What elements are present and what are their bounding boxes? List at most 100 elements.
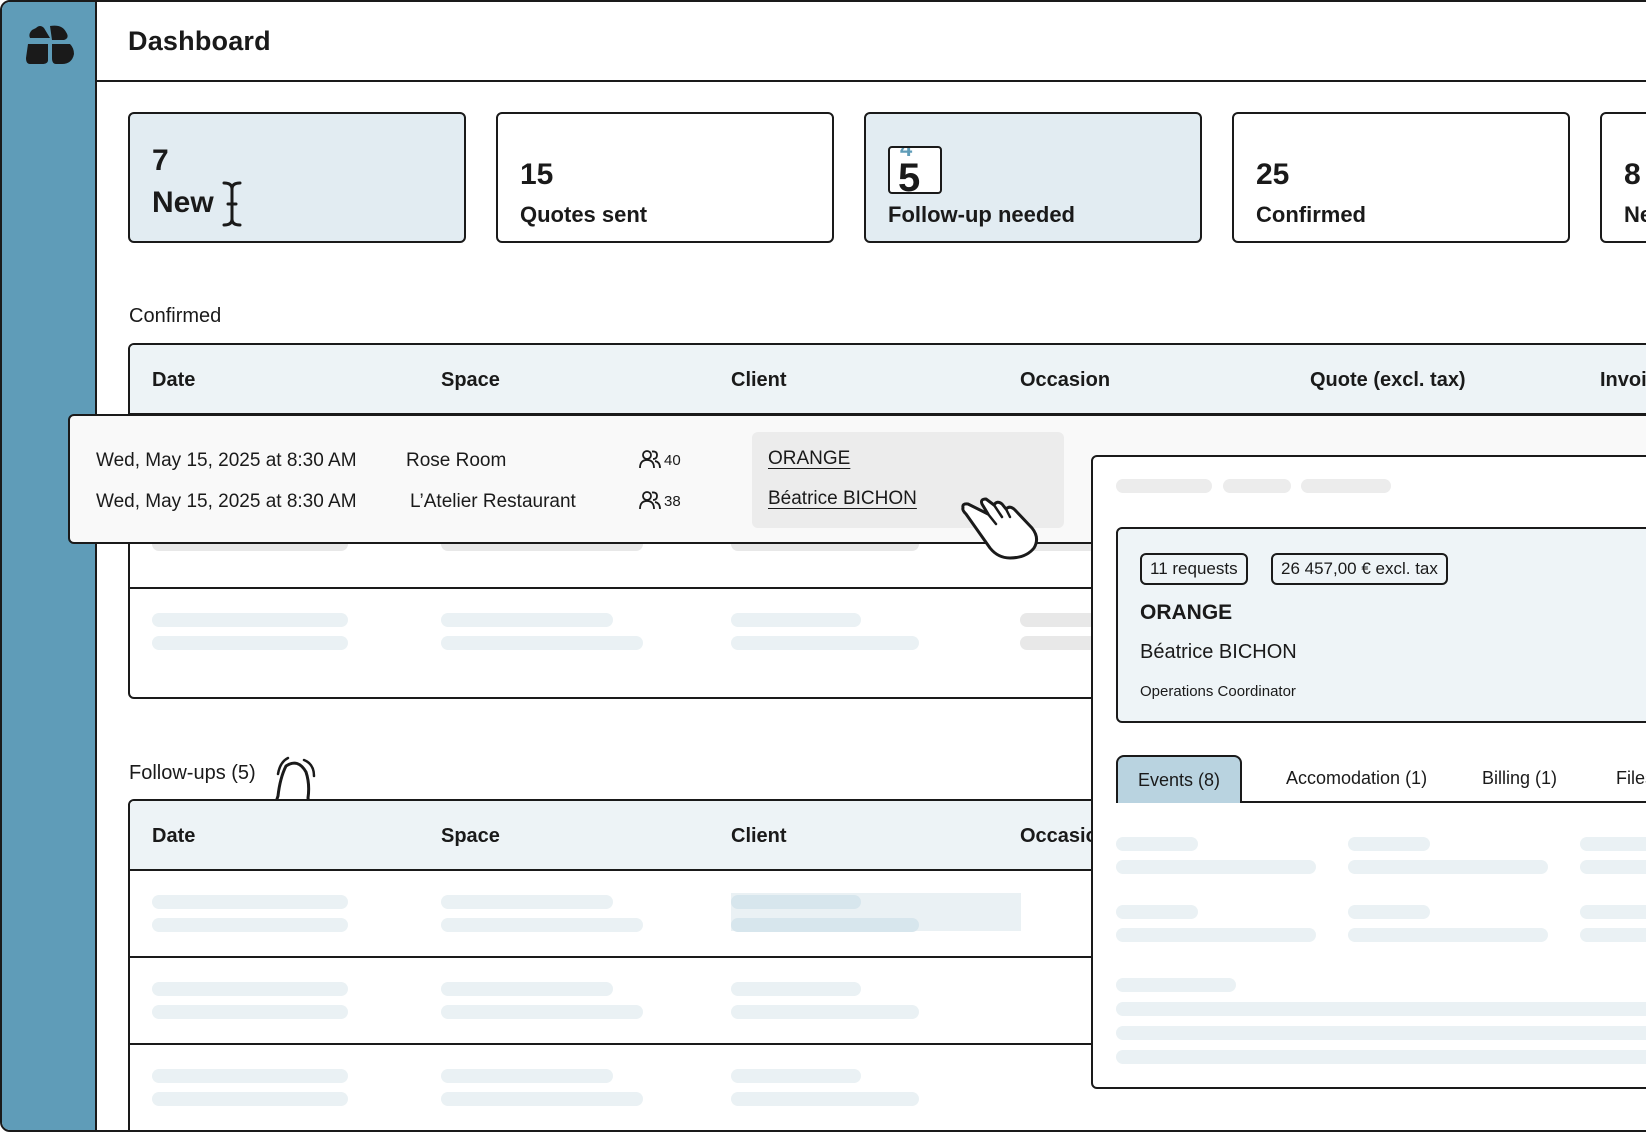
skeleton-line: [152, 1069, 348, 1083]
counter-current-value: 5: [898, 156, 921, 194]
tab-files[interactable]: Files: [1616, 755, 1646, 803]
skeleton-line: [1116, 837, 1198, 851]
skeleton-line: [1116, 978, 1236, 992]
skeleton-line: [441, 895, 613, 909]
skeleton-line: [152, 613, 348, 627]
skeleton-line: [731, 1069, 861, 1083]
skeleton-line: [441, 918, 643, 932]
skeleton-line: [1348, 837, 1430, 851]
skeleton-line: [1116, 1002, 1646, 1016]
skeleton-line: [1116, 479, 1212, 493]
client-detail-panel: 11 requests 26 457,00 € excl. tax ORANGE…: [1091, 455, 1646, 1089]
column-header-client[interactable]: Client: [731, 825, 787, 848]
column-header-invoice[interactable]: Invoi: [1600, 369, 1646, 392]
event-date: Wed, May 15, 2025 at 8:30 AM: [96, 450, 357, 471]
skeleton-line: [441, 636, 643, 650]
skeleton-line: [441, 613, 613, 627]
column-header-date[interactable]: Date: [152, 369, 195, 392]
client-contact-name: Béatrice BICHON: [1140, 641, 1297, 663]
tab-billing[interactable]: Billing (1): [1482, 755, 1557, 803]
stat-card-follow-up-needed[interactable]: 4 5 Follow-up needed: [864, 112, 1202, 243]
stat-card-confirmed[interactable]: 25 Confirmed: [1232, 112, 1570, 243]
skeleton-line: [1348, 860, 1548, 874]
skeleton-line: [1348, 905, 1430, 919]
app-logo-icon[interactable]: [26, 24, 74, 64]
requests-badge: 11 requests: [1140, 553, 1248, 585]
skeleton-line: [152, 918, 348, 932]
amount-badge: 26 457,00 € excl. tax: [1271, 553, 1448, 585]
section-title-followups: Follow-ups (5): [129, 762, 256, 784]
stat-label: Ne: [1624, 202, 1646, 227]
client-link-company[interactable]: ORANGE: [768, 448, 850, 470]
skeleton-line: [1580, 860, 1646, 874]
hand-pointer-icon: [961, 497, 1039, 560]
skeleton-line: [731, 895, 861, 909]
skeleton-line: [1301, 479, 1391, 493]
skeleton-line: [152, 982, 348, 996]
sidebar: [2, 2, 97, 1130]
skeleton-line: [1116, 1026, 1646, 1040]
app-window: Dashboard 7 New 15 Quotes sent 4 5 Follo…: [0, 0, 1646, 1132]
column-header-space[interactable]: Space: [441, 825, 500, 848]
skeleton-line: [1580, 928, 1646, 942]
client-summary-card: 11 requests 26 457,00 € excl. tax ORANGE…: [1116, 527, 1646, 723]
skeleton-line: [152, 636, 348, 650]
skeleton-line: [1580, 905, 1646, 919]
skeleton-line: [1116, 928, 1316, 942]
skeleton-line: [1223, 479, 1291, 493]
column-header-client[interactable]: Client: [731, 369, 787, 392]
stat-value: 8: [1624, 158, 1641, 191]
skeleton-line: [1116, 905, 1198, 919]
client-company: ORANGE: [1140, 601, 1233, 624]
stat-card-new[interactable]: 7 New: [128, 112, 466, 243]
tab-accomodation[interactable]: Accomodation (1): [1286, 755, 1427, 803]
skeleton-line: [1116, 860, 1316, 874]
skeleton-line: [441, 982, 613, 996]
skeleton-line: [1348, 928, 1548, 942]
skeleton-line: [1580, 837, 1646, 851]
skeleton-line: [152, 1005, 348, 1019]
column-header-space[interactable]: Space: [441, 369, 500, 392]
section-title-confirmed: Confirmed: [129, 305, 222, 327]
stat-value: 25: [1256, 158, 1290, 191]
stat-value: 7: [152, 144, 169, 177]
people-icon: [639, 491, 661, 510]
top-bar: Dashboard: [97, 2, 1646, 82]
stat-card-partial[interactable]: 8 Ne: [1600, 112, 1646, 243]
event-date: Wed, May 15, 2025 at 8:30 AM: [96, 491, 357, 512]
skeleton-line: [152, 1092, 348, 1106]
people-icon: [639, 450, 661, 469]
skeleton-line: [441, 1069, 613, 1083]
tab-events[interactable]: Events (8): [1116, 755, 1243, 803]
stat-label: New: [152, 186, 214, 219]
skeleton-line: [1116, 1050, 1646, 1064]
page-title: Dashboard: [128, 26, 271, 56]
flip-counter: 4 5: [888, 146, 942, 194]
skeleton-line: [731, 918, 919, 932]
guest-count: 40: [638, 449, 681, 469]
client-detail-tabs: Events (8) Accomodation (1) Billing (1) …: [1116, 755, 1646, 803]
skeleton-line: [731, 636, 919, 650]
stat-value: 15: [520, 158, 554, 191]
table-header: Date Space Client Occasion Quote (excl. …: [130, 345, 1646, 415]
column-header-quote[interactable]: Quote (excl. tax): [1310, 369, 1466, 392]
stat-card-quotes-sent[interactable]: 15 Quotes sent: [496, 112, 834, 243]
text-cursor-icon: [222, 181, 242, 227]
column-header-occasion[interactable]: Occasion: [1020, 369, 1110, 392]
skeleton-line: [731, 1005, 919, 1019]
guest-count: 38: [638, 490, 681, 510]
skeleton-line: [731, 613, 861, 627]
event-space: L’Atelier Restaurant: [410, 491, 576, 512]
skeleton-line: [441, 1092, 643, 1106]
column-header-occasion[interactable]: Occasio: [1020, 825, 1098, 848]
column-header-date[interactable]: Date: [152, 825, 195, 848]
stat-label: Confirmed: [1256, 202, 1366, 227]
client-contact-role: Operations Coordinator: [1140, 683, 1296, 700]
stat-label: Follow-up needed: [888, 202, 1075, 227]
skeleton-line: [152, 895, 348, 909]
skeleton-line: [441, 1005, 643, 1019]
skeleton-line: [731, 982, 861, 996]
skeleton-line: [731, 1092, 919, 1106]
client-link-contact[interactable]: Béatrice BICHON: [768, 488, 917, 510]
guest-count-value: 40: [664, 452, 681, 469]
